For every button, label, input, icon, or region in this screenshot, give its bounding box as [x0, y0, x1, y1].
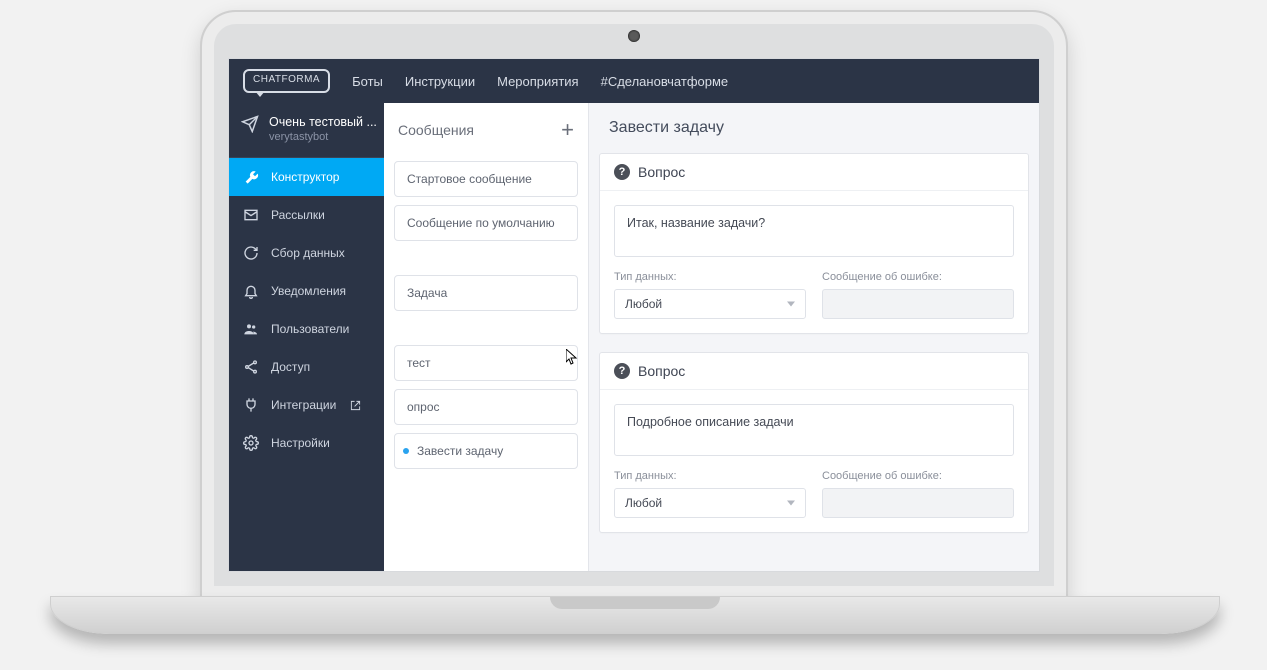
question-block-2: ? Вопрос Подробное описание задачи Тип д… — [599, 352, 1029, 533]
data-type-select-1[interactable]: Любой — [614, 289, 806, 319]
nav-hashtag[interactable]: #Сделановчатформе — [601, 74, 729, 89]
sidebar-item-label: Уведомления — [271, 284, 346, 298]
question-block-1: ? Вопрос Итак, название задачи? Тип данн… — [599, 153, 1029, 334]
data-type-label: Тип данных: — [614, 271, 806, 283]
sidebar-item-settings[interactable]: Настройки — [229, 424, 384, 462]
laptop-frame: CHATFORMA Боты Инструкции Мероприятия #С… — [200, 10, 1068, 600]
question-icon: ? — [614, 164, 630, 180]
paper-plane-icon — [241, 115, 259, 133]
add-message-button[interactable]: + — [561, 119, 574, 141]
data-type-label: Тип данных: — [614, 470, 806, 482]
plug-icon — [243, 397, 259, 413]
bot-header[interactable]: Очень тестовый ... verytastybot — [229, 103, 384, 158]
nav-bots[interactable]: Боты — [352, 74, 383, 89]
message-item-test[interactable]: тест — [394, 345, 578, 381]
wrench-icon — [243, 169, 259, 185]
error-message-input-2[interactable] — [822, 488, 1014, 518]
message-item-poll[interactable]: опрос — [394, 389, 578, 425]
sidebar-item-label: Рассылки — [271, 208, 325, 222]
error-message-label: Сообщение об ошибке: — [822, 470, 1014, 482]
message-item-default[interactable]: Сообщение по умолчанию — [394, 205, 578, 241]
question-text-input-1[interactable]: Итак, название задачи? — [614, 205, 1014, 257]
sidebar-item-users[interactable]: Пользователи — [229, 310, 384, 348]
question-icon: ? — [614, 363, 630, 379]
sidebar-item-notifications[interactable]: Уведомления — [229, 272, 384, 310]
top-navbar: CHATFORMA Боты Инструкции Мероприятия #С… — [229, 59, 1039, 103]
nav-instructions[interactable]: Инструкции — [405, 74, 475, 89]
editor-title: Завести задачу — [589, 117, 1039, 153]
sidebar-item-label: Настройки — [271, 436, 330, 450]
nav-events[interactable]: Мероприятия — [497, 74, 579, 89]
sidebar-item-label: Интеграции — [271, 398, 336, 412]
sidebar-item-access[interactable]: Доступ — [229, 348, 384, 386]
laptop-base — [50, 596, 1220, 634]
bot-title: Очень тестовый ... — [269, 115, 377, 129]
sync-icon — [243, 245, 259, 261]
sidebar-item-label: Сбор данных — [271, 246, 345, 260]
message-item-start[interactable]: Стартовое сообщение — [394, 161, 578, 197]
bot-handle: verytastybot — [269, 131, 377, 143]
sidebar-item-constructor[interactable]: Конструктор — [229, 158, 384, 196]
error-message-input-1[interactable] — [822, 289, 1014, 319]
envelope-icon — [243, 207, 259, 223]
messages-panel: Сообщения + Стартовое сообщение Сообщени… — [384, 103, 589, 571]
sidebar-item-label: Конструктор — [271, 170, 339, 184]
block-title: Вопрос — [638, 363, 685, 379]
users-icon — [243, 321, 259, 337]
data-type-select-2[interactable]: Любой — [614, 488, 806, 518]
sidebar-item-integrations[interactable]: Интеграции — [229, 386, 384, 424]
block-title: Вопрос — [638, 164, 685, 180]
share-icon — [243, 359, 259, 375]
gear-icon — [243, 435, 259, 451]
error-message-label: Сообщение об ошибке: — [822, 271, 1014, 283]
question-text-input-2[interactable]: Подробное описание задачи — [614, 404, 1014, 456]
app-screen: CHATFORMA Боты Инструкции Мероприятия #С… — [228, 58, 1040, 572]
camera-dot — [628, 30, 640, 42]
sidebar-item-label: Пользователи — [271, 322, 349, 336]
messages-title: Сообщения — [398, 122, 474, 138]
sidebar-item-broadcasts[interactable]: Рассылки — [229, 196, 384, 234]
message-item-task[interactable]: Задача — [394, 275, 578, 311]
bell-icon — [243, 283, 259, 299]
editor-panel: Завести задачу ? Вопрос Итак, название з… — [589, 103, 1039, 571]
external-link-icon — [350, 400, 361, 411]
sidebar: Очень тестовый ... verytastybot Конструк… — [229, 103, 384, 571]
brand-logo[interactable]: CHATFORMA — [243, 69, 330, 93]
message-item-create-task[interactable]: Завести задачу — [394, 433, 578, 469]
sidebar-item-label: Доступ — [271, 360, 310, 374]
sidebar-item-data-collection[interactable]: Сбор данных — [229, 234, 384, 272]
